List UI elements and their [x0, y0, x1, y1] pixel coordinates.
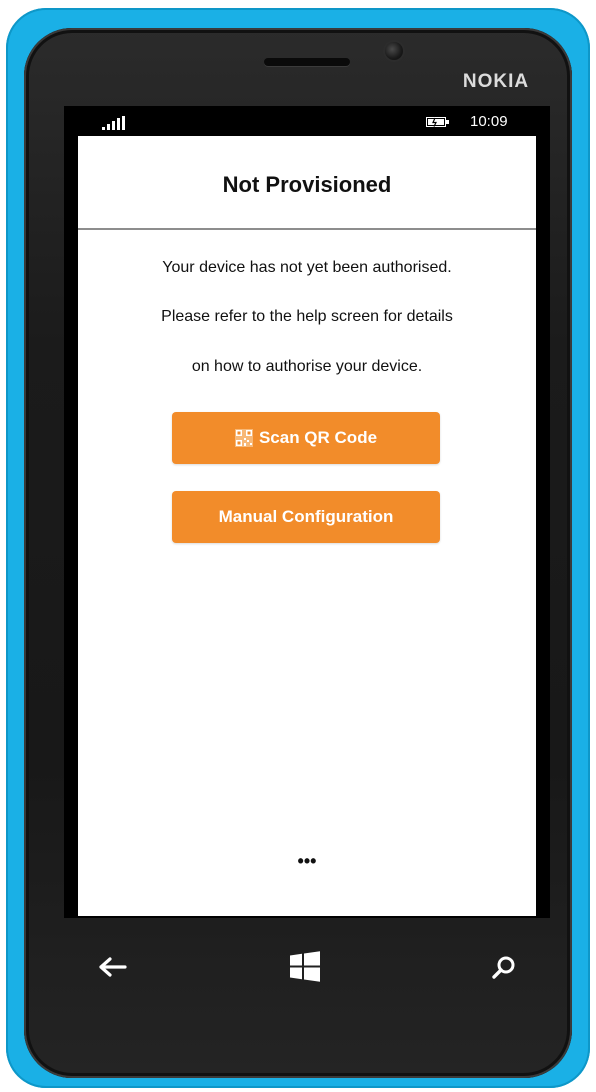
message-line: Please refer to the help screen for deta…: [161, 308, 453, 325]
qr-code-icon: [234, 429, 253, 447]
scan-qr-code-button[interactable]: Scan QR Code: [172, 412, 440, 464]
search-icon[interactable]: [487, 950, 521, 984]
app-screen: Not Provisioned Your device has not yet …: [78, 136, 536, 916]
status-bar: 10:09: [64, 106, 550, 136]
app-bar-more-button[interactable]: •••: [287, 852, 327, 876]
page-title: Not Provisioned: [222, 172, 392, 197]
battery-charging-icon: [426, 117, 449, 127]
windows-logo-icon[interactable]: [288, 950, 322, 984]
scan-qr-code-label: Scan QR Code: [258, 428, 378, 447]
back-arrow-icon[interactable]: [97, 950, 131, 984]
message-line: Your device has not yet been authorised.: [162, 259, 452, 276]
message-line: on how to authorise your device.: [191, 358, 423, 375]
status-clock: 10:09: [470, 113, 508, 130]
signal-strength-icon: [102, 116, 125, 130]
manual-configuration-button[interactable]: Manual Configuration: [172, 491, 440, 543]
page-header: Not Provisioned: [78, 136, 536, 230]
earpiece-speaker: [264, 58, 350, 66]
manual-configuration-label: Manual Configuration: [218, 507, 394, 526]
brand-logo: NOKIA: [462, 71, 530, 92]
front-camera: [385, 42, 403, 60]
